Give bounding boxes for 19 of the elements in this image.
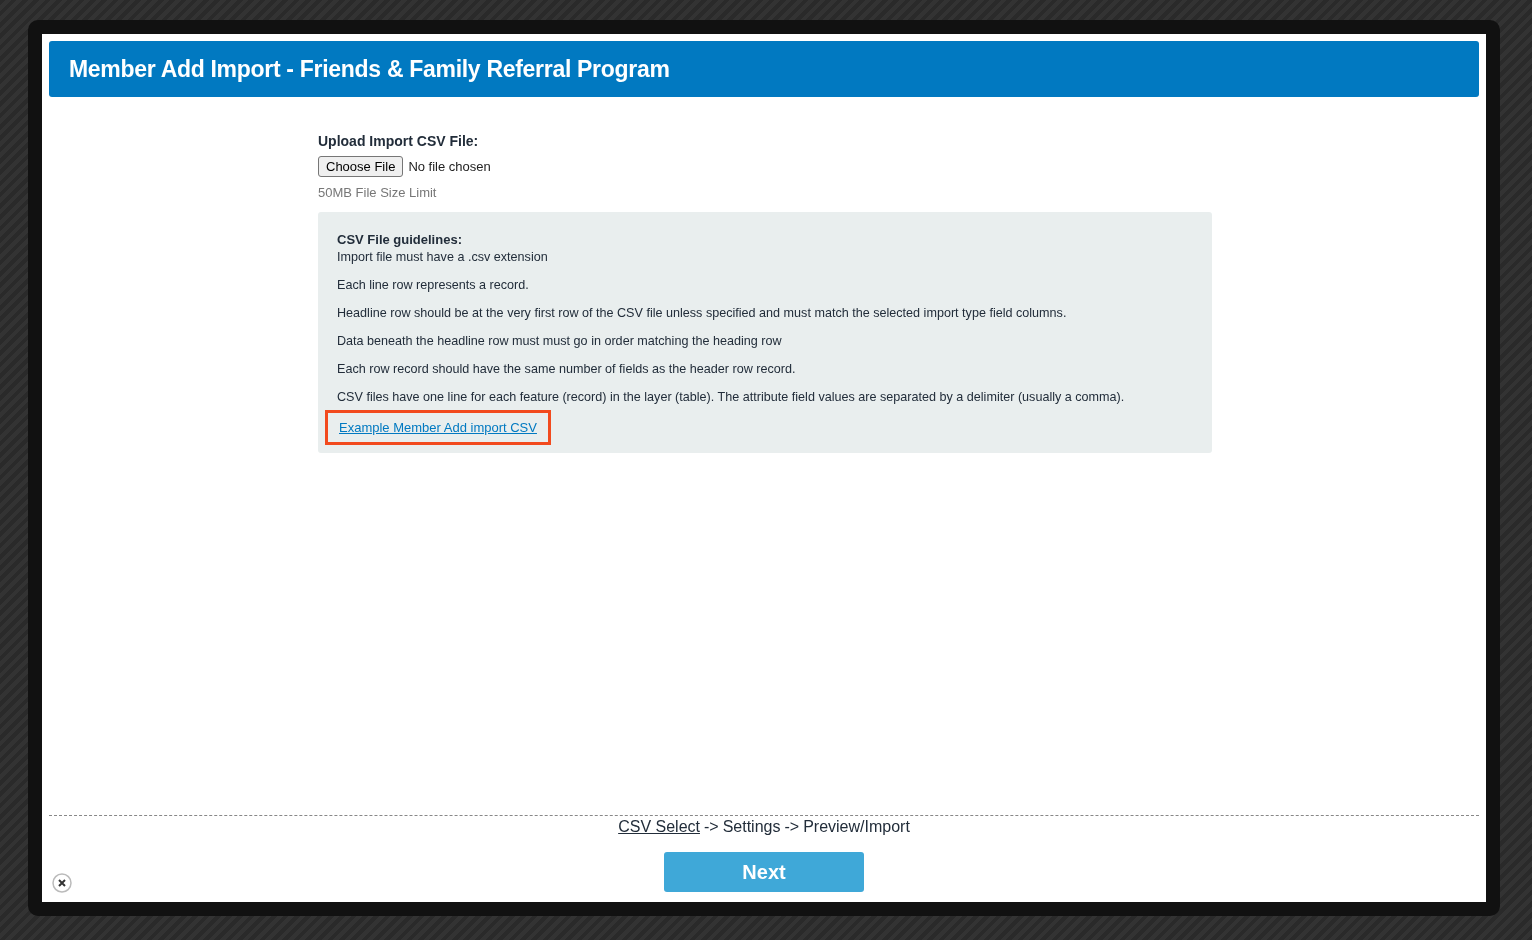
upload-label: Upload Import CSV File: xyxy=(318,133,479,149)
guideline-text: Headline row should be at the very first row of the CSV file unless specified and must match the selected import type field columns. xyxy=(337,306,1068,320)
file-status: No file chosen xyxy=(408,159,491,174)
close-icon[interactable] xyxy=(52,873,72,893)
choose-file-button[interactable]: Choose File xyxy=(318,156,404,177)
modal-title: Member Add Import - Friends & Family Referral Program xyxy=(69,55,670,83)
step-separator: -> xyxy=(703,818,719,836)
step-link[interactable]: Settings xyxy=(722,818,781,836)
guideline-text: Import file must have a .csv extension xyxy=(337,250,549,264)
step-link[interactable]: CSV Select xyxy=(618,818,700,836)
step-separator: -> xyxy=(784,818,800,836)
guidelines-title: CSV File guidelines: xyxy=(337,232,463,247)
file-size-hint: 50MB File Size Limit xyxy=(318,185,437,200)
example-csv-link[interactable]: Example Member Add import CSV xyxy=(325,410,551,445)
guideline-text: Each row record should have the same number of fields as the header row record. xyxy=(337,362,797,376)
guideline-text: Data beneath the headline row must must go in order matching the heading row xyxy=(337,334,783,348)
guideline-text: Each line row represents a record. xyxy=(337,278,530,292)
step-link[interactable]: Preview/Import xyxy=(803,818,910,836)
guideline-text: CSV files have one line for each feature (record) in the layer (table). The attribute field values are separated by a delimiter (usually a comma). xyxy=(337,390,1126,404)
